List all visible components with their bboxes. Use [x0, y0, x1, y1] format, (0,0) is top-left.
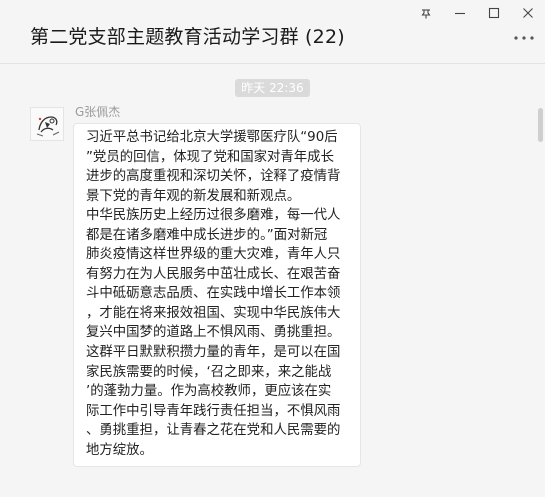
window-controls: [409, 0, 545, 26]
minimize-icon[interactable]: [443, 0, 477, 26]
avatar-sketch-icon: [31, 108, 63, 140]
message-line: 家民族需要的时候，‘召之即来，来之能战: [86, 364, 332, 380]
more-dots-icon[interactable]: [511, 30, 537, 46]
message-line: 中华民族历史上经历过很多磨难，每一代人: [86, 208, 341, 224]
close-icon[interactable]: [511, 0, 545, 26]
time-divider: 昨天 22:36: [0, 77, 545, 97]
message-bubble[interactable]: 习近平总书记给北京大学援鄂医疗队“90后 ”党员的回信，体现了党和国家对青年成长…: [73, 123, 361, 468]
message-line: 复兴中国梦的道路上不惧风雨、勇挑重担。: [86, 325, 341, 341]
message-line: ”党员的回信，体现了党和国家对青年成长: [86, 149, 334, 165]
chat-title: 第二党支部主题教育活动学习群 (22): [30, 26, 345, 48]
sender-name[interactable]: G张佩杰: [75, 103, 120, 120]
chat-window: 第二党支部主题教育活动学习群 (22) 昨天 22:36 G张佩杰 习近平总书记…: [0, 0, 545, 497]
message-line: 地方绽放。: [86, 442, 153, 458]
message-line: 际工作中引导青年践行责任担当，不惧风雨: [86, 403, 341, 419]
message-line: 肺炎疫情这样世界级的重大灾难，青年人只: [86, 247, 341, 263]
message-line: ，才能在将来报效祖国、实现中华民族伟大: [86, 305, 341, 321]
message-line: 习近平总书记给北京大学援鄂医疗队“90后: [86, 130, 338, 145]
maximize-icon[interactable]: [477, 0, 511, 26]
message-line: 景下党的青年观的新发展和新观点。: [86, 188, 301, 204]
message-line: 有努力在为人民服务中茁壮成长、在艰苦奋: [86, 266, 341, 282]
message-line: ’的蓬勃力量。作为高校教师，更应该在实: [86, 384, 332, 400]
message-line: 斗中砥砺意志品质、在实践中增长工作本领: [86, 286, 341, 302]
message-line: 这群平日默默积攒力量的青年，是可以在国: [86, 345, 341, 361]
message-line: 都是在诸多磨难中成长进步的。”面对新冠: [86, 227, 328, 243]
message-line: 进步的高度重视和深切关怀，诠释了疫情背: [86, 169, 341, 185]
avatar[interactable]: [30, 107, 64, 141]
message-line: 、勇挑重担，让青春之花在党和人民需要的: [86, 423, 341, 439]
scrollbar-thumb[interactable]: [538, 108, 543, 142]
time-label: 昨天 22:36: [235, 79, 310, 97]
pin-icon[interactable]: [409, 0, 443, 26]
